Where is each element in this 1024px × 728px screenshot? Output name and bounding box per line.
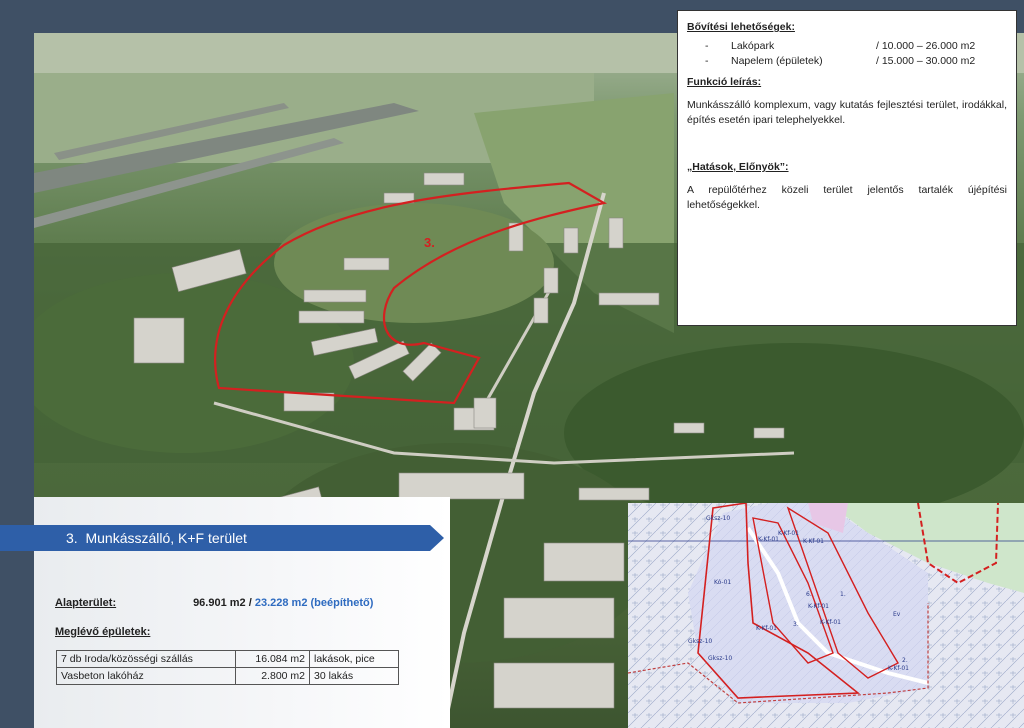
building-note: 30 lakás — [309, 667, 399, 685]
base-area-value: 96.901 m2 / — [193, 597, 252, 609]
chevron-right-icon — [430, 525, 444, 551]
buildable-value: 23.228 m2 (beépíthető) — [254, 597, 374, 609]
area-label: 3. — [424, 235, 435, 250]
map-label: Kó-01 — [714, 579, 732, 586]
panel-title: 3. Munkásszálló, K+F terület — [66, 530, 247, 546]
map-label: 2. — [902, 657, 908, 664]
slide: 3. Bővítési lehetőségek: - Lakópark / 10… — [0, 0, 1024, 728]
building-name: Vasbeton lakóház — [56, 667, 236, 685]
function-heading: Funkció leírás: — [687, 76, 762, 88]
map-label: Gksz-10 — [708, 655, 733, 662]
map-label: K-Kf-01 — [778, 530, 799, 537]
base-area-row: Alapterület: 96.901 m2 / 23.228 m2 (beép… — [55, 597, 373, 609]
table-row: 7 db Iroda/közösségi szállás 16.084 m2 l… — [56, 650, 399, 668]
existing-buildings-label: Meglévő épületek: — [55, 626, 151, 638]
effects-text: A repülőtérhez közeli terület jelentős t… — [687, 184, 1007, 211]
map-label: 1. — [840, 591, 846, 598]
buildings-table: 7 db Iroda/közösségi szállás 16.084 m2 l… — [56, 650, 399, 685]
building-area: 2.800 m2 — [235, 667, 310, 685]
building-name: 7 db Iroda/közösségi szállás — [56, 650, 236, 668]
base-area-label: Alapterület: — [55, 597, 117, 609]
expansion-item-value: / 10.000 – 26.000 m2 — [876, 40, 976, 52]
map-label: K-Kf-01 — [888, 665, 909, 672]
map-label: Ev — [893, 611, 901, 618]
expansion-heading: Bővítési lehetőségek: — [687, 21, 795, 33]
bullet-dash: - — [705, 40, 709, 52]
expansion-item: - Napelem (épületek) / 15.000 – 30.000 m… — [687, 55, 1007, 67]
map-label: K-Kf-01 — [803, 538, 824, 545]
map-label: Gksz-10 — [706, 515, 731, 522]
expansion-item-value: / 15.000 – 30.000 m2 — [876, 55, 976, 67]
table-row: Vasbeton lakóház 2.800 m2 30 lakás — [56, 667, 399, 685]
map-label: K-Kf-01 — [808, 603, 829, 610]
zoning-map-drawing — [628, 503, 1024, 728]
map-label: K-Kf-01 — [820, 619, 841, 626]
map-label: Gksz-10 — [688, 638, 713, 645]
map-label: 6. — [806, 591, 812, 598]
title-banner: 3. Munkásszálló, K+F terület — [0, 525, 444, 551]
map-label: 3. — [793, 621, 799, 628]
map-label: K-Kf-01 — [758, 536, 779, 543]
function-text: Munkásszálló komplexum, vagy kutatás fej… — [687, 99, 1007, 126]
zoning-map: Gksz-10 K-Kf-01 K-Kf-01 K-Kf-01 Kó-01 K-… — [628, 503, 1024, 728]
map-label: K-Kf-01 — [756, 625, 777, 632]
bullet-dash: - — [705, 55, 709, 67]
expansion-item: - Lakópark / 10.000 – 26.000 m2 — [687, 40, 1007, 52]
effects-heading: „Hatások, Előnyök”: — [687, 161, 789, 173]
building-area: 16.084 m2 — [235, 650, 310, 668]
info-box: Bővítési lehetőségek: - Lakópark / 10.00… — [677, 10, 1017, 326]
expansion-item-name: Napelem (épületek) — [731, 55, 823, 67]
expansion-item-name: Lakópark — [731, 40, 775, 52]
building-note: lakások, pice — [309, 650, 399, 668]
